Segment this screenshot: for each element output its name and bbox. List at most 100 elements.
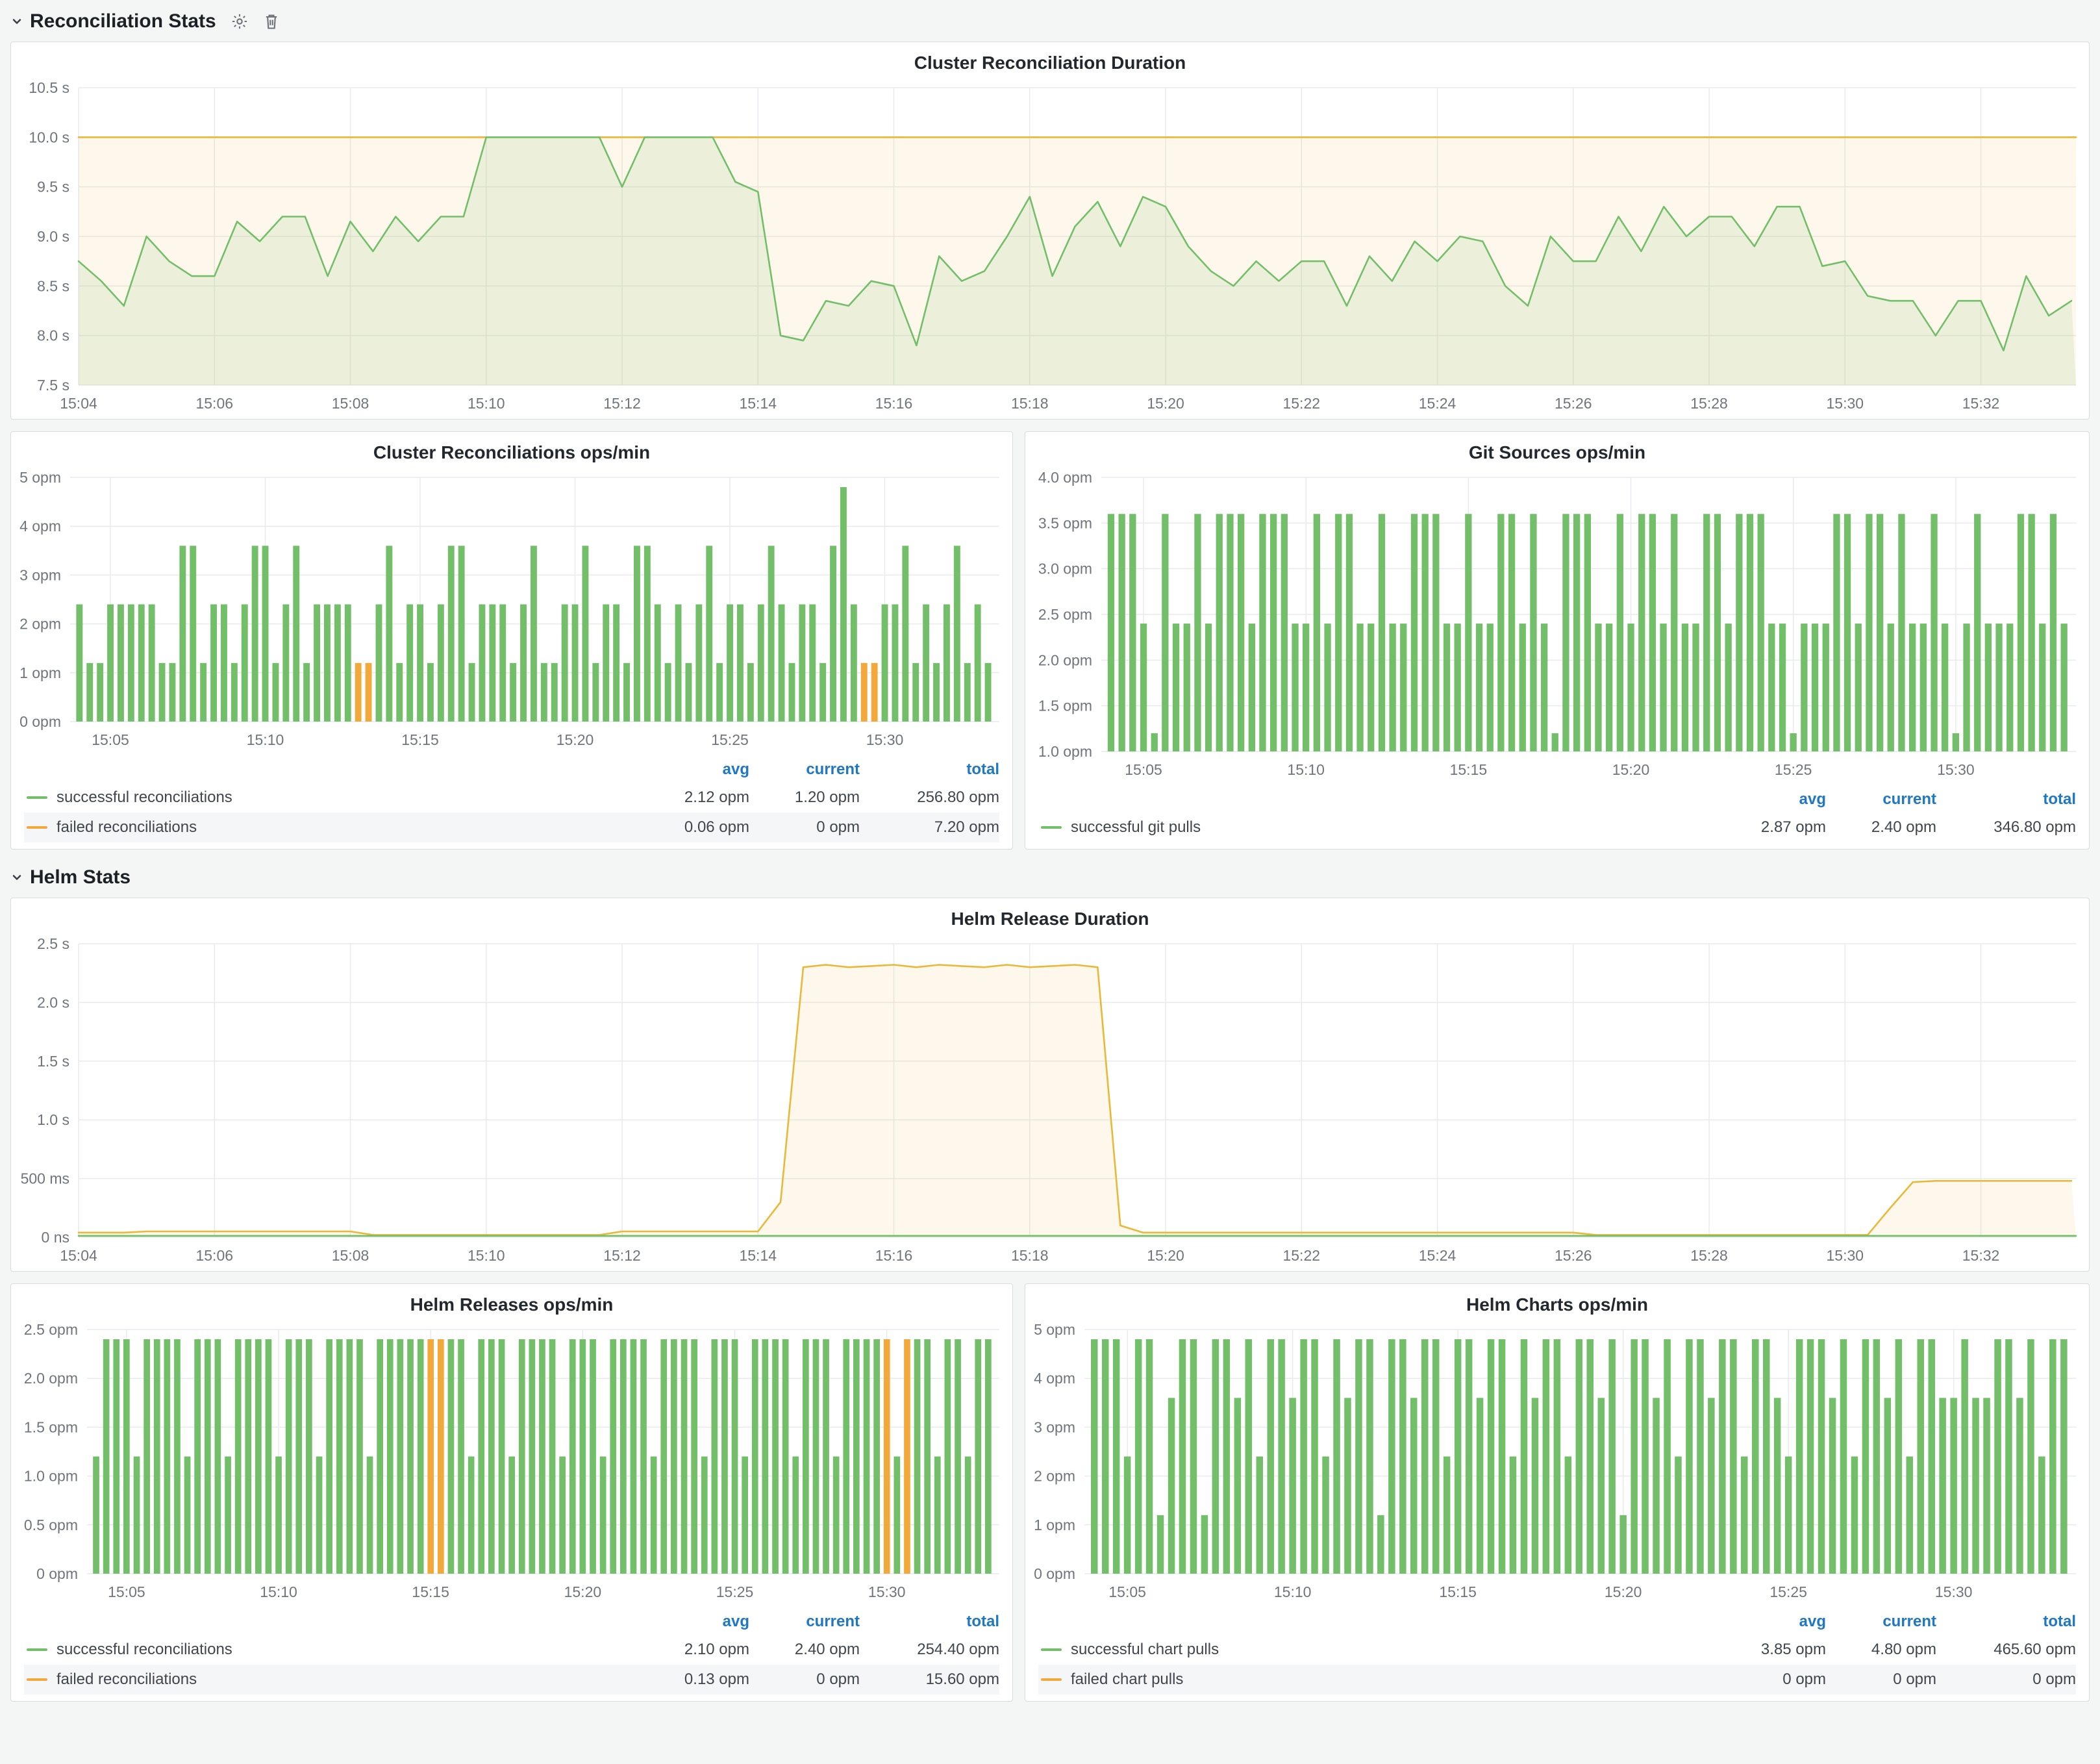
svg-text:15:30: 15:30 — [1826, 1247, 1864, 1264]
bar-successful git pulls — [1541, 624, 1547, 751]
bar-successful reconciliations — [541, 663, 547, 722]
bar-successful chart pulls — [1510, 1457, 1517, 1574]
legend-header-current[interactable]: current — [749, 761, 860, 779]
legend-header-total[interactable]: total — [860, 761, 999, 779]
bar-successful reconciliations — [803, 1339, 809, 1574]
legend-series-label[interactable]: successful reconciliations — [56, 1641, 232, 1659]
bar-successful chart pulls — [1190, 1339, 1197, 1574]
series-color-marker — [1041, 1648, 1062, 1651]
svg-text:15:15: 15:15 — [412, 1583, 449, 1600]
svg-text:2 opm: 2 opm — [19, 616, 61, 633]
panel-title[interactable]: Cluster Reconciliation Duration — [11, 42, 2089, 77]
bar-successful chart pulls — [1631, 1339, 1638, 1574]
bar-successful reconciliations — [169, 663, 176, 722]
bar-successful chart pulls — [1873, 1339, 1881, 1574]
bar-successful git pulls — [1259, 514, 1266, 751]
bar-successful reconciliations — [468, 1457, 475, 1574]
panel-title[interactable]: Cluster Reconciliations ops/min — [11, 432, 1012, 467]
legend-series-label[interactable]: successful git pulls — [1071, 818, 1201, 837]
bar-successful chart pulls — [1432, 1339, 1440, 1574]
svg-text:5 opm: 5 opm — [19, 469, 61, 486]
bar-successful git pulls — [1573, 514, 1580, 751]
legend-series-label[interactable]: failed reconciliations — [56, 1670, 197, 1689]
gear-icon[interactable] — [231, 12, 249, 31]
legend-header-current[interactable]: current — [1826, 790, 1936, 809]
svg-text:15:24: 15:24 — [1419, 1247, 1456, 1264]
svg-text:15:16: 15:16 — [875, 395, 913, 412]
panel-helm-releases-opm: Helm Releases ops/min 0 opm0.5 opm1.0 op… — [10, 1283, 1013, 1702]
legend-value: 346.80 opm — [1936, 818, 2076, 837]
section-title: Helm Stats — [30, 866, 131, 888]
chart-helm-charts-opm[interactable]: 0 opm1 opm2 opm3 opm4 opm5 opm15:0515:10… — [1025, 1319, 2089, 1607]
bar-successful reconciliations — [438, 605, 444, 722]
bar-successful chart pulls — [1245, 1339, 1253, 1574]
bar-successful reconciliations — [286, 1339, 292, 1574]
legend-value: 256.80 opm — [860, 788, 999, 807]
legend-series-label[interactable]: successful chart pulls — [1071, 1641, 1219, 1659]
panel-title[interactable]: Helm Charts ops/min — [1025, 1284, 2089, 1319]
svg-text:15:30: 15:30 — [1935, 1583, 1973, 1600]
bar-successful reconciliations — [245, 1339, 251, 1574]
bar-successful git pulls — [1173, 624, 1179, 751]
bar-failed reconciliations — [355, 663, 362, 722]
series-fill-release-duration — [79, 965, 2076, 1238]
svg-text:15:30: 15:30 — [868, 1583, 906, 1600]
bar-successful reconciliations — [76, 605, 82, 722]
svg-text:15:26: 15:26 — [1555, 395, 1592, 412]
bar-successful reconciliations — [840, 487, 847, 722]
chart-helm-releases-opm[interactable]: 0 opm0.5 opm1.0 opm1.5 opm2.0 opm2.5 opm… — [11, 1319, 1012, 1607]
legend-header-avg[interactable]: avg — [639, 761, 749, 779]
bar-successful chart pulls — [1300, 1339, 1307, 1574]
bar-successful reconciliations — [762, 1339, 769, 1574]
section-header-reconciliation-stats[interactable]: Reconciliation Stats — [12, 10, 2090, 32]
legend-header-avg[interactable]: avg — [1716, 1613, 1826, 1631]
svg-text:3.5 opm: 3.5 opm — [1038, 514, 1092, 531]
bar-successful reconciliations — [164, 1339, 171, 1574]
legend-series-label[interactable]: failed chart pulls — [1071, 1670, 1183, 1689]
bar-successful reconciliations — [830, 546, 836, 722]
legend-series-label[interactable]: successful reconciliations — [56, 788, 232, 807]
bar-successful chart pulls — [1818, 1339, 1825, 1574]
legend-header-avg[interactable]: avg — [1716, 790, 1826, 809]
bar-successful reconciliations — [747, 663, 754, 722]
svg-text:1.0 opm: 1.0 opm — [1038, 743, 1092, 760]
svg-text:10.5 s: 10.5 s — [29, 79, 69, 96]
legend-series-label[interactable]: failed reconciliations — [56, 818, 197, 837]
bar-successful git pulls — [1844, 514, 1851, 751]
bar-successful chart pulls — [1686, 1339, 1693, 1574]
bar-successful git pulls — [1465, 514, 1471, 751]
bar-successful chart pulls — [1972, 1398, 1979, 1574]
svg-text:15:10: 15:10 — [468, 1247, 505, 1264]
legend-header-avg[interactable]: avg — [639, 1613, 749, 1631]
legend-helm-releases: avgcurrenttotal successful reconciliation… — [11, 1607, 1012, 1701]
bar-successful git pulls — [1346, 514, 1353, 751]
svg-text:15:25: 15:25 — [711, 731, 749, 748]
svg-text:7.5 s: 7.5 s — [37, 377, 69, 394]
trash-icon[interactable] — [263, 12, 280, 31]
bar-successful git pulls — [1768, 624, 1775, 751]
bar-successful chart pulls — [1289, 1398, 1296, 1574]
chart-git-sources-opm[interactable]: 1.0 opm1.5 opm2.0 opm2.5 opm3.0 opm3.5 o… — [1025, 467, 2089, 785]
legend-header-total[interactable]: total — [860, 1613, 999, 1631]
svg-text:3 opm: 3 opm — [19, 566, 61, 583]
legend-header-total[interactable]: total — [1936, 790, 2076, 809]
svg-text:15:04: 15:04 — [60, 395, 97, 412]
svg-text:2.5 s: 2.5 s — [37, 935, 69, 952]
bar-successful git pulls — [1356, 624, 1363, 751]
panel-title[interactable]: Git Sources ops/min — [1025, 432, 2089, 467]
chart-cluster-reconciliations-opm[interactable]: 0 opm1 opm2 opm3 opm4 opm5 opm15:0515:10… — [11, 467, 1012, 755]
panel-title[interactable]: Helm Releases ops/min — [11, 1284, 1012, 1319]
section-header-helm-stats[interactable]: Helm Stats — [12, 866, 2090, 888]
panel-title[interactable]: Helm Release Duration — [11, 898, 2089, 933]
legend-header-current[interactable]: current — [1826, 1613, 1936, 1631]
legend-header-current[interactable]: current — [749, 1613, 860, 1631]
svg-text:1.5 opm: 1.5 opm — [1038, 698, 1092, 714]
legend-values: 2.10 opm2.40 opm254.40 opm — [639, 1641, 999, 1659]
svg-text:2.5 opm: 2.5 opm — [1038, 606, 1092, 623]
bar-successful git pulls — [1508, 514, 1515, 751]
chart-cluster-reconciliation-duration[interactable]: 7.5 s8.0 s8.5 s9.0 s9.5 s10.0 s10.5 s15:… — [11, 77, 2089, 419]
legend-header-total[interactable]: total — [1936, 1613, 2076, 1631]
chart-helm-release-duration[interactable]: 0 ns500 ms1.0 s1.5 s2.0 s2.5 s15:0415:06… — [11, 933, 2089, 1271]
bar-successful reconciliations — [478, 1339, 484, 1574]
svg-text:15:10: 15:10 — [468, 395, 505, 412]
